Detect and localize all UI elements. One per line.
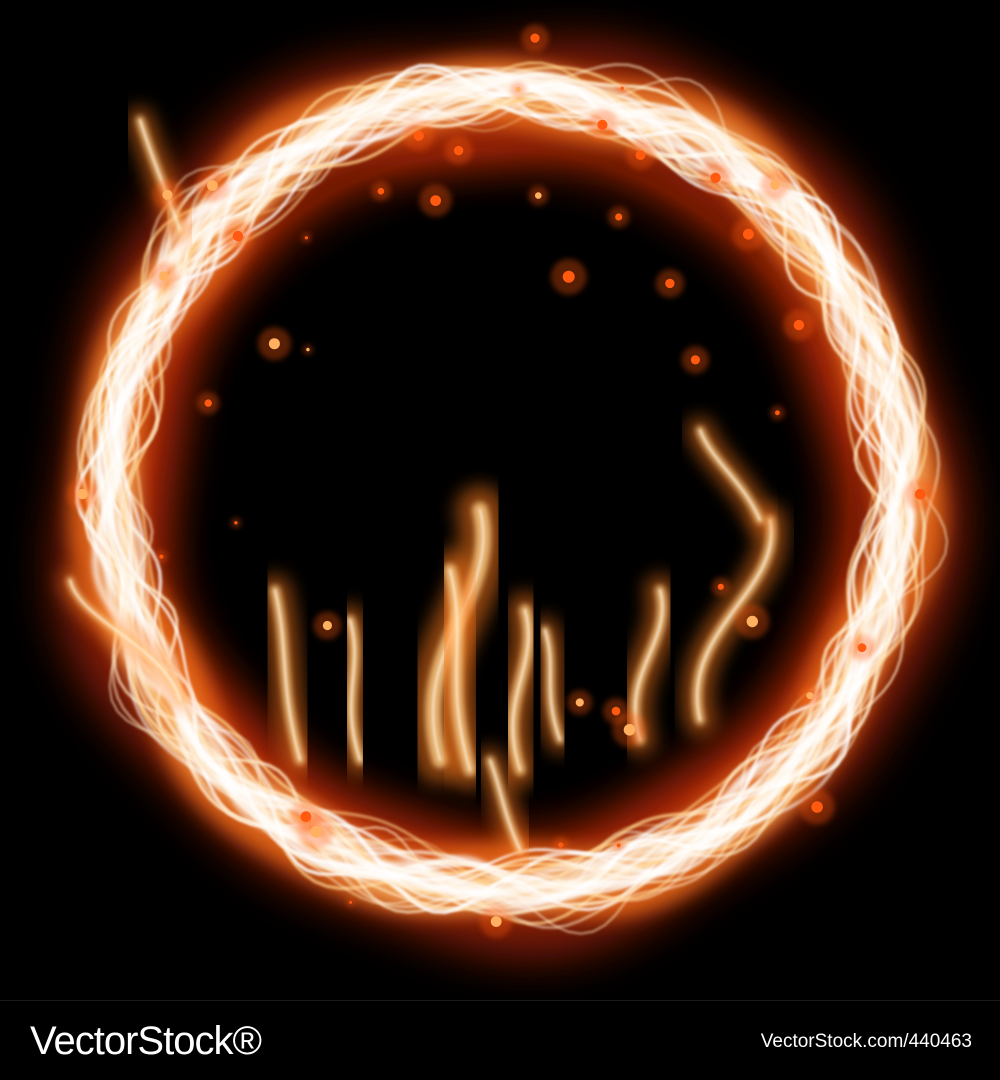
vectorstock-logo: VectorStock® — [30, 1019, 262, 1063]
ember — [453, 145, 464, 156]
ember — [306, 347, 310, 352]
ember — [597, 119, 608, 130]
canvas: VectorStock® VectorStock.com/440463 — [0, 0, 1000, 1080]
ember — [515, 86, 521, 92]
ember — [207, 180, 218, 191]
ember — [304, 236, 308, 240]
ember — [430, 195, 441, 207]
ember — [268, 338, 280, 350]
ember — [234, 521, 238, 525]
ember — [710, 172, 721, 183]
ember — [793, 319, 805, 331]
ember — [620, 86, 624, 91]
ember — [232, 230, 244, 242]
ember — [558, 842, 564, 848]
ember — [717, 583, 724, 590]
ember — [665, 278, 675, 289]
ember — [490, 916, 502, 927]
ember — [310, 825, 322, 838]
ember — [159, 554, 164, 559]
ember — [615, 213, 623, 221]
fire-ring-artwork — [0, 0, 1000, 1000]
ember — [635, 150, 646, 161]
ember — [811, 801, 823, 813]
ember — [770, 180, 780, 190]
ember — [535, 192, 542, 199]
ember — [575, 698, 584, 707]
ember — [204, 399, 212, 407]
ember — [162, 189, 173, 200]
ember — [775, 410, 780, 416]
ember — [806, 692, 814, 700]
ember — [616, 843, 621, 848]
ember — [857, 643, 867, 652]
ember — [690, 355, 701, 365]
ember — [562, 270, 575, 283]
ember — [158, 271, 169, 281]
ember — [349, 900, 353, 904]
ember — [746, 615, 758, 628]
ember — [413, 130, 424, 141]
ember — [914, 488, 926, 500]
ember — [611, 706, 621, 716]
ember — [377, 187, 385, 195]
watermark-bar: VectorStock® VectorStock.com/440463 — [0, 1000, 1000, 1080]
ember — [623, 724, 636, 736]
image-reference: VectorStock.com/440463 — [760, 1031, 972, 1052]
ember — [77, 488, 88, 500]
ember — [322, 620, 332, 631]
ember — [743, 228, 754, 240]
ember — [530, 33, 540, 43]
